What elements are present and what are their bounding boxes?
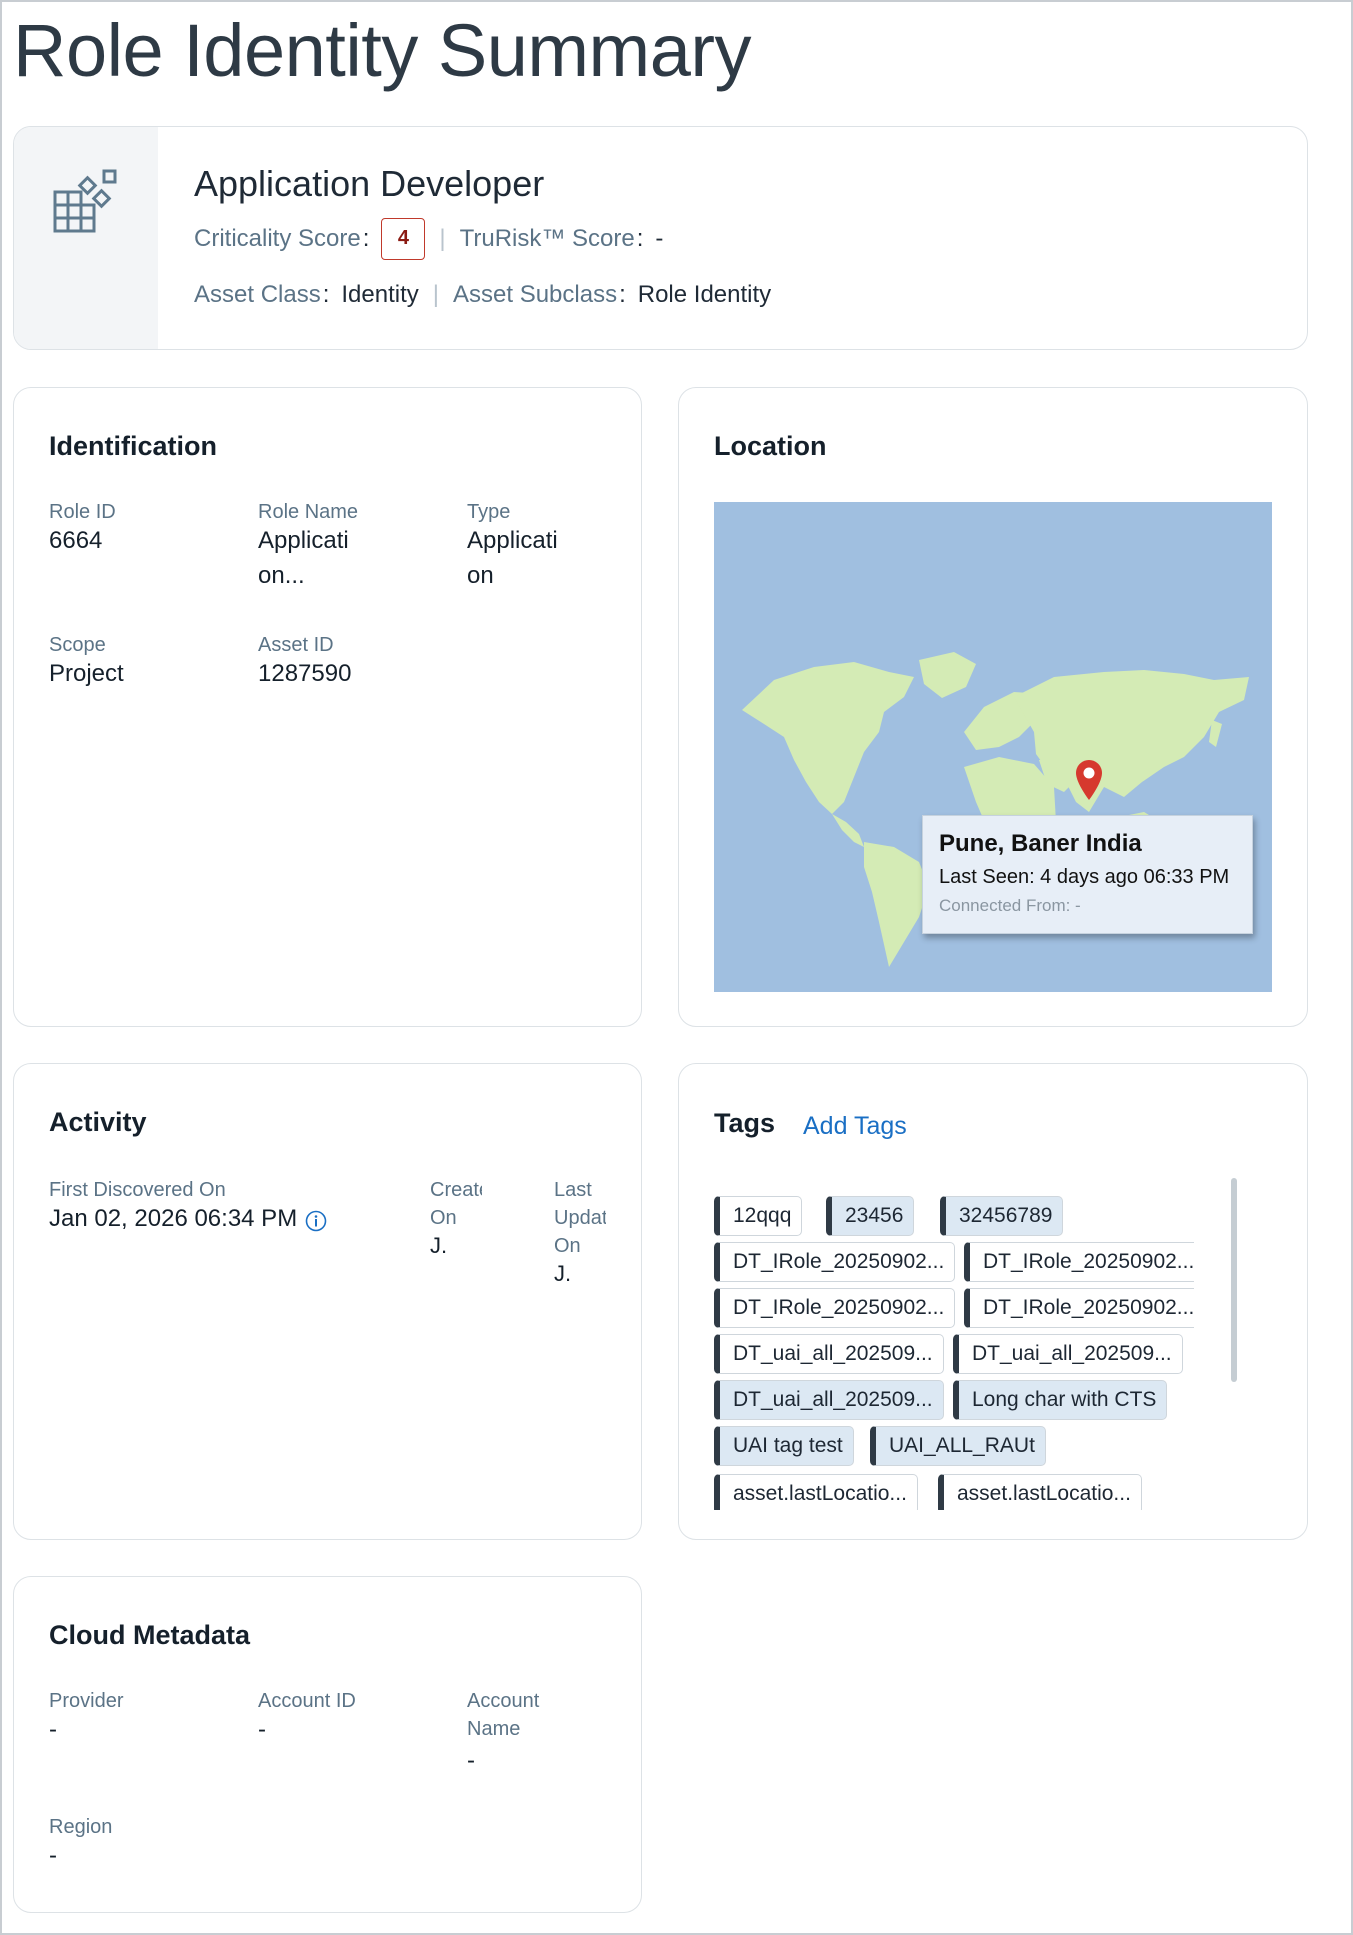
map-marker-icon[interactable] bbox=[1075, 759, 1103, 801]
location-place: Pune, Baner India bbox=[939, 830, 1142, 857]
region-label: Region bbox=[49, 1816, 113, 1838]
asset-id-label: Asset ID bbox=[258, 634, 334, 656]
tag-list: 12qqq 23456 32456789 DT_IRole_20250902..… bbox=[714, 1196, 1194, 1510]
tag-chip[interactable]: 23456 bbox=[826, 1196, 915, 1236]
created-label-line1: Create bbox=[430, 1179, 482, 1201]
first-discovered-value: Jan 02, 2026 06:34 PM bbox=[49, 1205, 298, 1232]
location-title: Location bbox=[714, 431, 827, 461]
provider-value: - bbox=[49, 1716, 57, 1743]
identification-title: Identification bbox=[49, 431, 217, 461]
criticality-badge[interactable]: 4 bbox=[381, 218, 426, 260]
tags-title: Tags bbox=[714, 1108, 776, 1138]
asset-id-value: 1287590 bbox=[258, 660, 352, 687]
asset-subclass-value: Role Identity bbox=[637, 281, 772, 308]
activity-card: Activity First Discovered On Jan 02, 202… bbox=[13, 1063, 642, 1540]
asset-class-row: Asset Class: Identity | Asset Subclass: … bbox=[194, 281, 772, 308]
add-tags-link[interactable]: Add Tags bbox=[803, 1112, 907, 1141]
account-id-label: Account ID bbox=[258, 1690, 356, 1712]
tag-chip[interactable]: DT_IRole_20250902... bbox=[714, 1288, 956, 1328]
role-id-value: 6664 bbox=[49, 527, 103, 554]
type-value-line2: on bbox=[467, 562, 494, 589]
created-on-column: Create On J. bbox=[430, 1176, 482, 1296]
trurisk-value: - bbox=[655, 225, 664, 252]
asset-grid-icon bbox=[53, 169, 117, 233]
last-updated-column: Last Updat On J. bbox=[554, 1176, 606, 1316]
asset-icon-box bbox=[14, 127, 158, 349]
asset-class-value: Identity bbox=[341, 281, 419, 308]
tag-chip[interactable]: asset.lastLocatio... bbox=[714, 1474, 918, 1510]
tag-chip[interactable]: UAI tag test bbox=[714, 1426, 854, 1466]
role-name-heading: Application Developer bbox=[194, 163, 545, 204]
account-name-label-line1: Account bbox=[467, 1690, 540, 1712]
updated-label-line2: Updat bbox=[554, 1207, 606, 1229]
scope-value: Project bbox=[49, 660, 124, 687]
location-connected-from: Connected From: - bbox=[939, 896, 1081, 915]
asset-subclass-label: Asset Subclass bbox=[453, 281, 618, 308]
location-last-seen: Last Seen: 4 days ago 06:33 PM bbox=[939, 866, 1230, 888]
type-label: Type bbox=[467, 501, 511, 523]
tags-scrollbar[interactable] bbox=[1231, 1178, 1237, 1382]
location-tooltip: Pune, Baner India Last Seen: 4 days ago … bbox=[922, 815, 1253, 934]
provider-label: Provider bbox=[49, 1690, 124, 1712]
world-map[interactable]: Pune, Baner India Last Seen: 4 days ago … bbox=[714, 502, 1272, 992]
criticality-label: Criticality Score bbox=[194, 225, 361, 252]
activity-title: Activity bbox=[49, 1107, 147, 1137]
location-card: Location Pune, Baner India Last Seen: 4 … bbox=[678, 387, 1308, 1027]
summary-header-card: Application Developer Criticality Score:… bbox=[13, 126, 1308, 350]
tag-chip[interactable]: Long char with CTS bbox=[953, 1380, 1168, 1420]
cloud-metadata-card: Cloud Metadata Provider - Account ID - A… bbox=[13, 1576, 642, 1913]
scope-label: Scope bbox=[49, 634, 106, 656]
updated-label-line1: Last bbox=[554, 1179, 592, 1201]
created-value: J. bbox=[430, 1233, 448, 1258]
type-value-line1: Applicati bbox=[467, 527, 558, 554]
tag-chip[interactable]: DT_IRole_20250902... bbox=[964, 1242, 1194, 1282]
cloud-metadata-title: Cloud Metadata bbox=[49, 1620, 251, 1650]
role-id-label: Role ID bbox=[49, 501, 116, 523]
trurisk-label: TruRisk™ Score bbox=[459, 225, 635, 252]
tag-chip[interactable]: DT_IRole_20250902... bbox=[964, 1288, 1194, 1328]
account-name-value: - bbox=[467, 1747, 475, 1774]
first-discovered-label: First Discovered On bbox=[49, 1179, 226, 1201]
tag-chip[interactable]: asset.lastLocatio... bbox=[938, 1474, 1142, 1510]
updated-value: J. bbox=[554, 1261, 572, 1286]
tag-chip[interactable]: 12qqq bbox=[714, 1196, 803, 1236]
asset-class-label: Asset Class bbox=[194, 281, 321, 308]
separator: | bbox=[439, 225, 446, 252]
tag-chip[interactable]: UAI_ALL_RAUt bbox=[870, 1426, 1046, 1466]
score-row: Criticality Score: 4 | TruRisk™ Score: - bbox=[194, 218, 663, 260]
tag-chip[interactable]: DT_IRole_20250902... bbox=[714, 1242, 956, 1282]
region-value: - bbox=[49, 1842, 57, 1869]
role-name-label: Role Name bbox=[258, 501, 359, 523]
account-id-value: - bbox=[258, 1716, 266, 1743]
separator: | bbox=[432, 281, 439, 308]
tag-chip[interactable]: 32456789 bbox=[940, 1196, 1064, 1236]
tag-chip[interactable]: DT_uai_all_202509... bbox=[714, 1334, 944, 1374]
account-name-label-line2: Name bbox=[467, 1718, 521, 1740]
tags-card: Tags Add Tags 12qqq 23456 32456789 DT_IR… bbox=[678, 1063, 1308, 1540]
role-name-value-line2: on... bbox=[258, 562, 305, 589]
page-title: Role Identity Summary bbox=[13, 9, 752, 92]
identification-card: Identification Role ID 6664 Role Name Ap… bbox=[13, 387, 642, 1027]
tag-chip[interactable]: DT_uai_all_202509... bbox=[953, 1334, 1183, 1374]
tag-chip[interactable]: DT_uai_all_202509... bbox=[714, 1380, 944, 1420]
info-icon[interactable] bbox=[305, 1210, 327, 1232]
role-name-value-line1: Applicati bbox=[258, 527, 349, 554]
